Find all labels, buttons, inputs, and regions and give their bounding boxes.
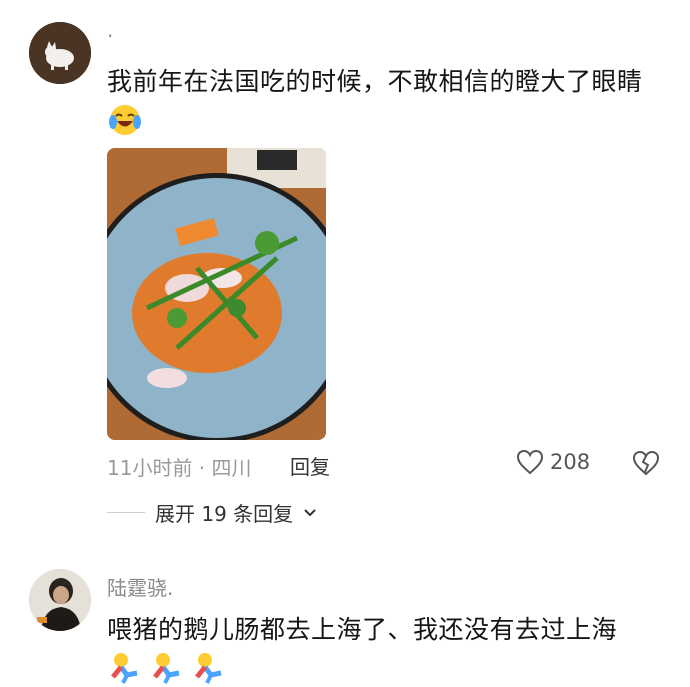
emoji-row (107, 102, 143, 138)
running-figure-icon (195, 653, 222, 684)
expand-replies-label: 展开 19 条回复 (155, 502, 294, 526)
like-button[interactable]: 208 (516, 449, 590, 475)
broken-heart-icon (632, 450, 660, 476)
dislike-button[interactable] (632, 450, 660, 480)
running-figure-icon (111, 653, 138, 684)
like-count: 208 (550, 450, 591, 474)
username[interactable]: 陆霆骁. (107, 572, 173, 601)
food-photo[interactable] (107, 148, 326, 440)
food-photo-plate (107, 148, 326, 440)
avatar[interactable] (29, 569, 91, 631)
person-avatar-icon (29, 569, 91, 631)
divider (107, 512, 145, 513)
reply-button[interactable]: 回复 (290, 451, 330, 480)
expand-replies-button[interactable]: 展开 19 条回复 (107, 498, 317, 527)
heart-icon (516, 449, 544, 475)
username[interactable]: · (107, 24, 113, 48)
laughing-crying-face-icon (109, 105, 141, 135)
comment-text: 喂猪的鹅儿肠都去上海了、我还没有去过上海 (107, 615, 618, 644)
comment-meta: 11小时前 · 四川 (107, 456, 252, 480)
avatar[interactable] (29, 22, 91, 84)
chevron-down-icon (304, 508, 316, 516)
cat-avatar-icon (29, 22, 91, 84)
emoji-row (107, 651, 227, 685)
running-figure-icon (153, 653, 180, 684)
comment-text: 我前年在法国吃的时候，不敢相信的瞪大了眼睛 (107, 67, 643, 96)
